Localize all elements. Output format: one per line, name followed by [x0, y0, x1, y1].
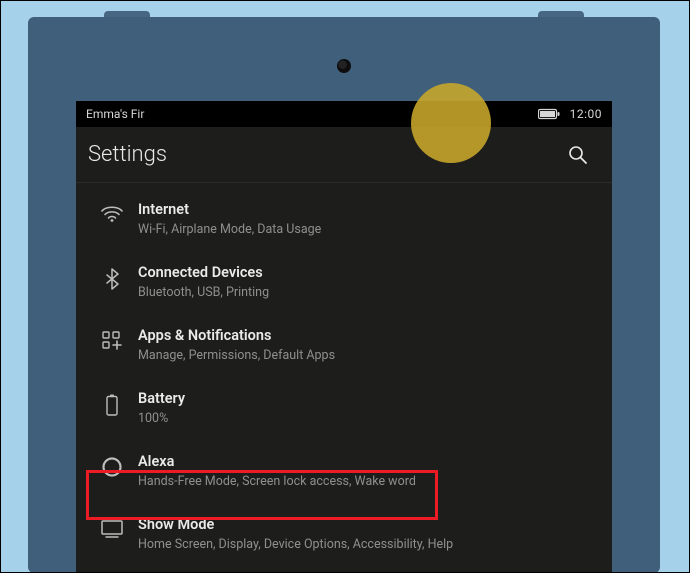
row-subtitle: Bluetooth, USB, Printing: [138, 285, 269, 301]
settings-row-internet[interactable]: Internet Wi-Fi, Airplane Mode, Data Usag…: [76, 189, 612, 252]
status-bar: Emma's Fir 12:00: [76, 101, 612, 127]
battery-icon: [90, 390, 134, 416]
device-name: Emma's Fir: [86, 107, 144, 121]
search-button[interactable]: [560, 137, 596, 173]
search-icon: [568, 145, 588, 165]
screen: Emma's Fir 12:00 Settings: [76, 101, 612, 573]
settings-row-apps-notifications[interactable]: Apps & Notifications Manage, Permissions…: [76, 315, 612, 378]
battery-status-icon: [538, 108, 560, 120]
wifi-icon: [90, 201, 134, 223]
row-title: Apps & Notifications: [138, 327, 335, 346]
row-title: Internet: [138, 201, 321, 220]
display-icon: [90, 516, 134, 538]
bluetooth-icon: [90, 264, 134, 290]
row-title: Show Mode: [138, 516, 453, 535]
row-subtitle: 100%: [138, 411, 185, 427]
apps-icon: [90, 327, 134, 351]
row-title: Connected Devices: [138, 264, 269, 283]
header: Settings: [76, 127, 612, 183]
row-title: Alexa: [138, 453, 416, 472]
settings-row-alexa[interactable]: Alexa Hands-Free Mode, Screen lock acces…: [76, 441, 612, 504]
alexa-icon: [90, 453, 134, 477]
settings-row-connected-devices[interactable]: Connected Devices Bluetooth, USB, Printi…: [76, 252, 612, 315]
tablet-button-right: [538, 11, 584, 17]
settings-list: Internet Wi-Fi, Airplane Mode, Data Usag…: [76, 183, 612, 568]
settings-row-battery[interactable]: Battery 100%: [76, 378, 612, 441]
row-subtitle: Wi-Fi, Airplane Mode, Data Usage: [138, 222, 321, 238]
page-title: Settings: [88, 142, 560, 167]
tablet-button-left: [104, 11, 150, 17]
tablet-camera: [337, 59, 351, 73]
clock: 12:00: [570, 107, 602, 121]
tablet-frame: Emma's Fir 12:00 Settings: [28, 17, 660, 573]
row-subtitle: Manage, Permissions, Default Apps: [138, 348, 335, 364]
settings-row-show-mode[interactable]: Show Mode Home Screen, Display, Device O…: [76, 504, 612, 567]
row-subtitle: Hands-Free Mode, Screen lock access, Wak…: [138, 474, 416, 490]
row-subtitle: Home Screen, Display, Device Options, Ac…: [138, 537, 453, 553]
row-title: Battery: [138, 390, 185, 409]
